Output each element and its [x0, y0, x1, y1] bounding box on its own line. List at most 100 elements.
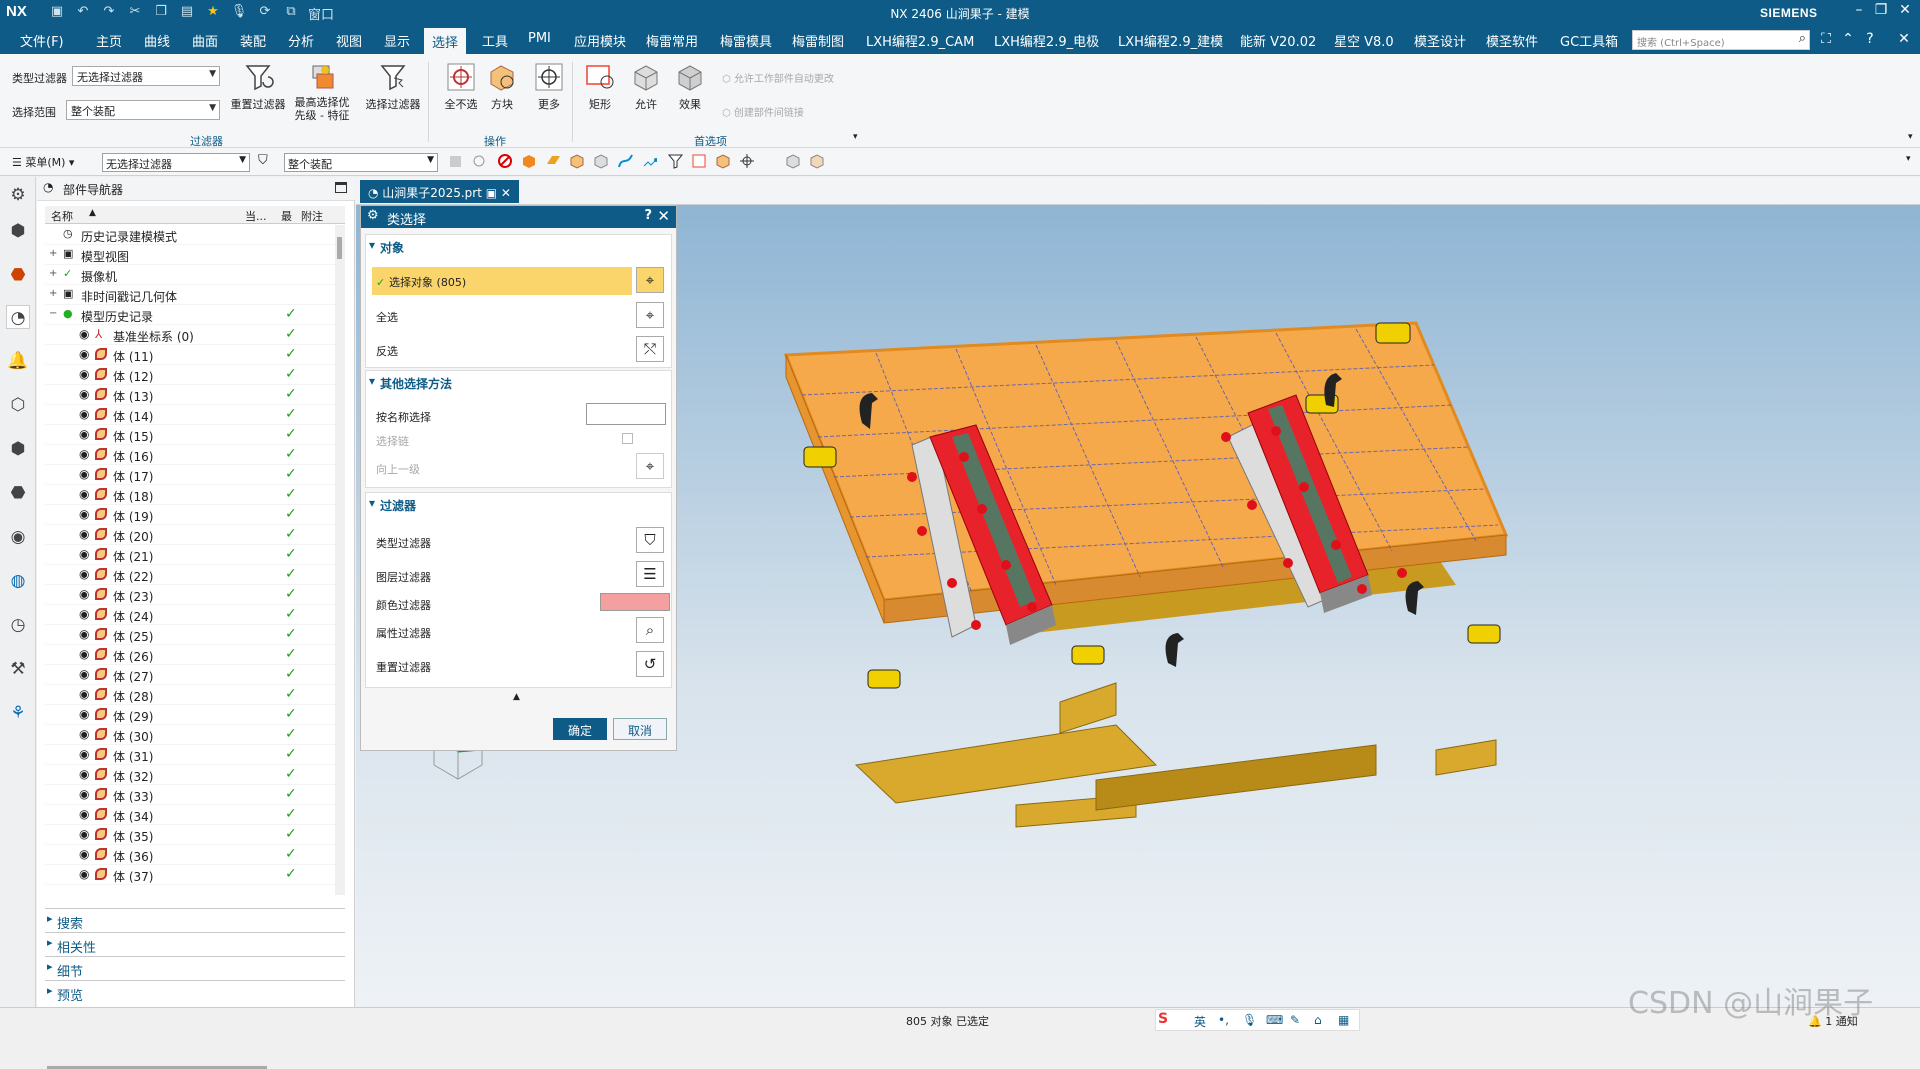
- repeat-icon[interactable]: ⟳: [256, 4, 274, 23]
- tab-home[interactable]: 主页: [96, 31, 122, 50]
- visibility-eye-icon[interactable]: ◉: [79, 547, 89, 561]
- copy-icon[interactable]: ❐: [152, 4, 170, 23]
- tab-select[interactable]: 选择: [424, 28, 467, 54]
- col-current[interactable]: 当...: [245, 208, 267, 224]
- type-filter-select[interactable]: 无选择过滤器 ▼: [72, 66, 220, 86]
- section-search[interactable]: 搜索: [45, 908, 345, 932]
- star-icon[interactable]: ★: [204, 4, 222, 23]
- visibility-eye-icon[interactable]: ◉: [79, 787, 89, 801]
- select-filter-small-icon[interactable]: [668, 154, 683, 169]
- history-icon[interactable]: ◷: [6, 613, 30, 637]
- reset-filter-button[interactable]: 重置过滤器: [228, 60, 288, 112]
- by-name-input[interactable]: [586, 403, 666, 425]
- visibility-eye-icon[interactable]: ◉: [79, 867, 89, 881]
- collapse-arrow-icon[interactable]: ▲: [513, 692, 520, 702]
- ok-button[interactable]: 确定: [553, 718, 607, 740]
- section-dependencies[interactable]: 相关性: [45, 932, 345, 956]
- visibility-eye-icon[interactable]: ◉: [79, 607, 89, 621]
- col-name[interactable]: 名称: [51, 208, 73, 224]
- tab-gc-toolbox[interactable]: GC工具箱: [1560, 31, 1618, 50]
- menu-button[interactable]: ☰ 菜单(M) ▾: [12, 154, 74, 170]
- layer-filter-button[interactable]: ☰: [636, 561, 664, 587]
- select-chain-checkbox[interactable]: [622, 433, 633, 444]
- tab-curve[interactable]: 曲线: [144, 31, 170, 50]
- tab-options-icon[interactable]: ▣: [486, 186, 497, 200]
- navigator-row[interactable]: ◉ 体 (20) ✓: [45, 525, 335, 545]
- visibility-eye-icon[interactable]: ◉: [79, 447, 89, 461]
- maximize-icon[interactable]: [335, 182, 347, 193]
- cut-icon[interactable]: ✂: [126, 4, 144, 23]
- expand-toggle-icon[interactable]: +: [49, 248, 57, 259]
- expand-toggle-icon[interactable]: +: [49, 268, 57, 279]
- undo-icon[interactable]: ↶: [74, 4, 92, 23]
- navigator-row[interactable]: ◉ 体 (33) ✓: [45, 785, 335, 805]
- reset-filter-dialog-button[interactable]: ↺: [636, 651, 664, 677]
- highest-priority-button[interactable]: 最高选择优先级 - 特征: [290, 60, 354, 122]
- select-object-crosshair-button[interactable]: ⌖: [636, 267, 664, 293]
- settings-icon[interactable]: ⚙: [6, 183, 30, 207]
- curve-icon[interactable]: [618, 154, 633, 169]
- snap-point-icon[interactable]: [472, 154, 487, 169]
- navigator-row[interactable]: ◉ 体 (26) ✓: [45, 645, 335, 665]
- rectangle-button[interactable]: 矩形: [578, 60, 622, 112]
- visibility-eye-icon[interactable]: ◉: [79, 587, 89, 601]
- object-section-title[interactable]: 对象: [366, 238, 666, 256]
- tab-tools[interactable]: 工具: [482, 31, 508, 50]
- select-filter-button[interactable]: 选择过滤器: [362, 60, 424, 112]
- visibility-eye-icon[interactable]: ◉: [79, 567, 89, 581]
- visibility-eye-icon[interactable]: ◉: [79, 627, 89, 641]
- paste-icon[interactable]: ▤: [178, 4, 196, 23]
- ribbon-expand-icon[interactable]: ▾: [1908, 132, 1913, 142]
- visibility-eye-icon[interactable]: ◉: [79, 827, 89, 841]
- scope-select[interactable]: 整个装配 ▼: [66, 100, 220, 120]
- restore-icon[interactable]: ❐: [1870, 2, 1892, 18]
- apps-icon[interactable]: ▦: [1338, 1013, 1349, 1027]
- role-icon[interactable]: ⬢: [6, 437, 30, 461]
- cube-gray-icon[interactable]: [786, 154, 801, 169]
- visibility-eye-icon[interactable]: ◉: [79, 327, 89, 341]
- navigator-row[interactable]: ◉ 体 (22) ✓: [45, 565, 335, 585]
- navigator-row[interactable]: ◉ 体 (30) ✓: [45, 725, 335, 745]
- navigator-row[interactable]: ◉ 体 (37) ✓: [45, 865, 335, 885]
- skin-icon[interactable]: ✎: [1290, 1013, 1300, 1027]
- close-icon[interactable]: ✕: [1894, 2, 1916, 18]
- block-select-button[interactable]: 方块: [480, 60, 524, 112]
- visibility-eye-icon[interactable]: ◉: [79, 747, 89, 761]
- web-browser-icon[interactable]: ◉: [6, 525, 30, 549]
- navigator-row[interactable]: ◉ 体 (21) ✓: [45, 545, 335, 565]
- color-filter-swatch[interactable]: [600, 593, 670, 611]
- system-scene-icon[interactable]: ⚘: [6, 701, 30, 725]
- visibility-eye-icon[interactable]: ◉: [79, 427, 89, 441]
- constraint-navigator-icon[interactable]: ⬣: [6, 263, 30, 287]
- tab-meilei-common[interactable]: 梅雷常用: [646, 31, 698, 50]
- keyboard-icon[interactable]: ⌨: [1266, 1013, 1283, 1027]
- visibility-eye-icon[interactable]: ◉: [79, 407, 89, 421]
- navigator-row[interactable]: + ▣ 模型视图: [45, 245, 335, 265]
- up-level-button[interactable]: ⌖: [636, 453, 664, 479]
- tab-display[interactable]: 显示: [384, 31, 410, 50]
- attribute-filter-button[interactable]: ⌕: [636, 617, 664, 643]
- section-preview[interactable]: 预览: [45, 980, 345, 1004]
- tab-lxh-modeling[interactable]: LXH编程2.9_建模: [1118, 31, 1223, 50]
- sogou-icon[interactable]: S: [1158, 1011, 1168, 1027]
- part-navigator-icon[interactable]: ◔: [6, 305, 30, 329]
- tab-mosheng-design[interactable]: 模圣设计: [1414, 31, 1466, 50]
- select-all-button[interactable]: ⌖: [636, 302, 664, 328]
- hd3d-icon[interactable]: ⬡: [6, 393, 30, 417]
- navigator-row[interactable]: ◉ ⅄ 基准坐标系 (0) ✓: [45, 325, 335, 345]
- ime-language[interactable]: 英: [1194, 1013, 1206, 1030]
- visibility-eye-icon[interactable]: ◉: [79, 467, 89, 481]
- feature-icon[interactable]: [570, 154, 585, 169]
- prefs-expand-icon[interactable]: ▾: [853, 132, 858, 142]
- navigator-row[interactable]: ◉ 体 (25) ✓: [45, 625, 335, 645]
- snap-gray-icon[interactable]: [448, 154, 463, 169]
- toolbar-scope-select[interactable]: 整个装配 ▼: [284, 153, 438, 172]
- punct-icon[interactable]: •,: [1218, 1013, 1229, 1027]
- visibility-eye-icon[interactable]: ◉: [79, 687, 89, 701]
- process-studio-icon[interactable]: ⬣: [6, 481, 30, 505]
- crosshair-icon[interactable]: [740, 154, 755, 169]
- filter-section-title[interactable]: 过滤器: [366, 496, 666, 514]
- file-menu[interactable]: 文件(F): [20, 31, 64, 50]
- body-icon[interactable]: [522, 154, 537, 169]
- invert-selection-button[interactable]: ⤲: [636, 336, 664, 362]
